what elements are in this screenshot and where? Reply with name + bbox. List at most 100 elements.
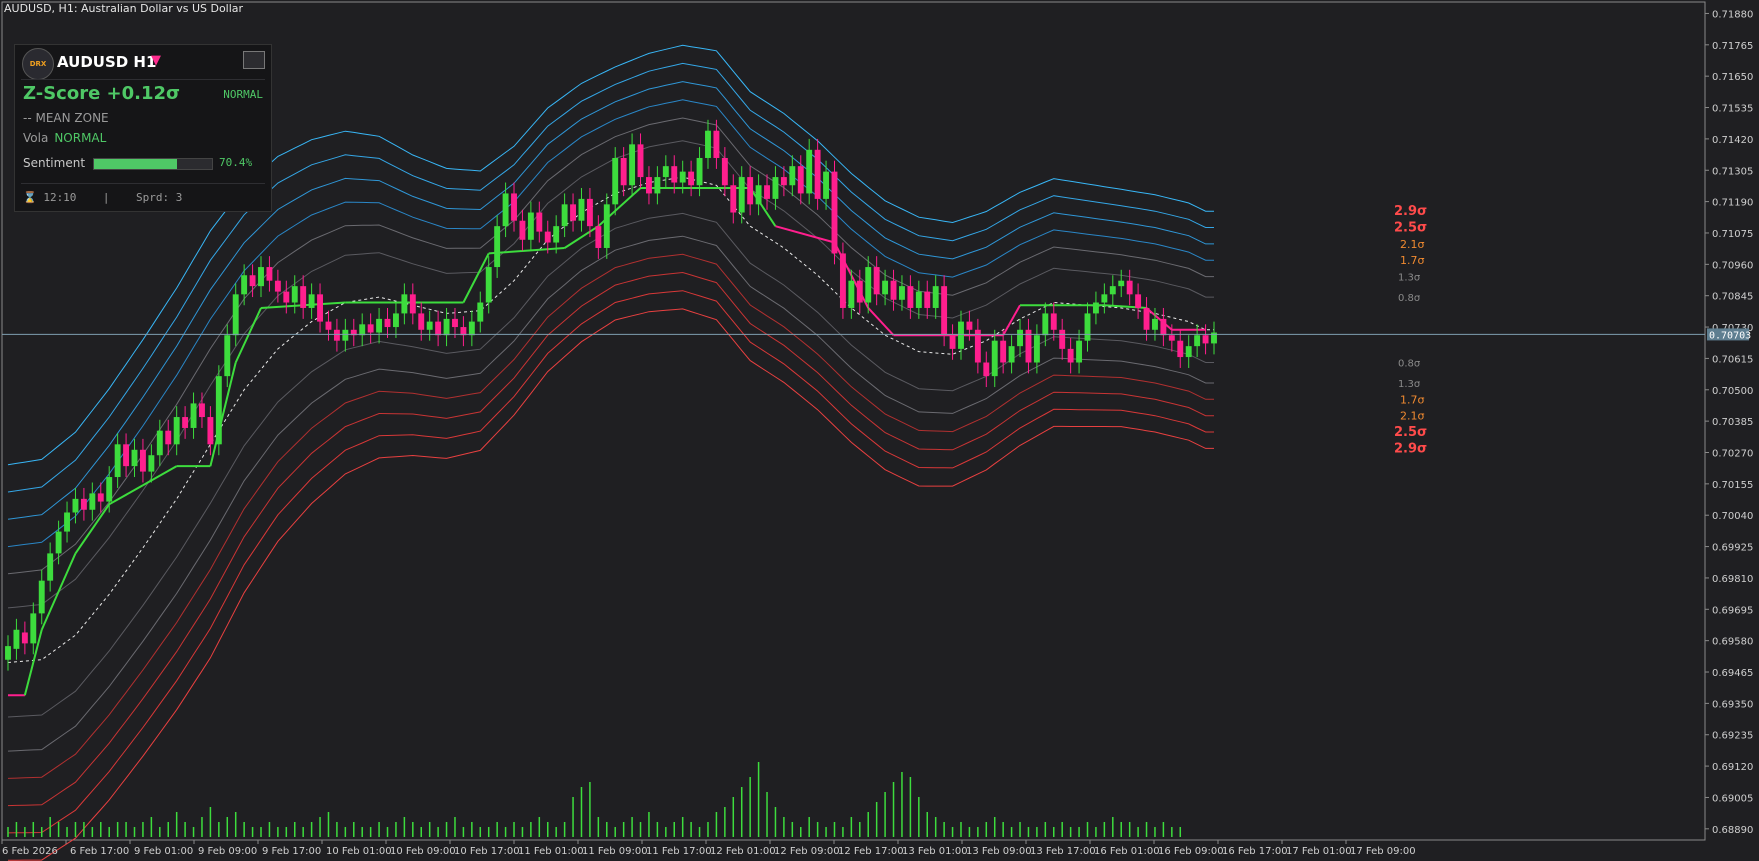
candle-body bbox=[755, 185, 762, 205]
y-tick-label: 0.71305 bbox=[1712, 166, 1753, 177]
panel-minimize-button[interactable] bbox=[243, 51, 265, 69]
candle-body bbox=[519, 220, 526, 240]
candle-body bbox=[494, 226, 501, 268]
candle-body bbox=[452, 318, 458, 328]
x-tick-label: 9 Feb 17:00 bbox=[262, 846, 321, 857]
y-tick-label: 0.71190 bbox=[1712, 198, 1753, 209]
candle-body bbox=[797, 166, 804, 194]
sigma-upper-label: 2.1σ bbox=[1400, 238, 1424, 251]
candle-body bbox=[941, 286, 948, 336]
trend-line-segment bbox=[142, 465, 178, 487]
y-tick-label: 0.70845 bbox=[1712, 292, 1753, 303]
candle-body bbox=[215, 376, 222, 445]
candle-body bbox=[654, 177, 661, 194]
candle-body bbox=[856, 280, 863, 303]
candle-body bbox=[30, 613, 37, 644]
trend-line-segment bbox=[1145, 307, 1173, 331]
candle-body bbox=[882, 280, 889, 295]
candle-body bbox=[156, 430, 163, 456]
x-tick-label: 12 Feb 09:00 bbox=[774, 846, 840, 857]
x-tick-label: 13 Feb 17:00 bbox=[1030, 846, 1096, 857]
x-tick-label: 12 Feb 01:00 bbox=[710, 846, 776, 857]
candle-body bbox=[72, 498, 79, 513]
candle-body bbox=[747, 177, 754, 205]
candle-body bbox=[317, 294, 323, 322]
y-tick-label: 0.71765 bbox=[1712, 41, 1753, 52]
candle-body bbox=[780, 177, 787, 186]
candle-body bbox=[738, 177, 745, 213]
symbol-label: AUDUSD H1 bbox=[57, 53, 157, 71]
zscore-value: Z-Score +0.12σ bbox=[23, 83, 181, 104]
candle-body bbox=[165, 430, 172, 445]
y-tick-label: 0.71880 bbox=[1712, 9, 1753, 20]
candle-body bbox=[1126, 280, 1133, 295]
candle-body bbox=[679, 171, 686, 183]
y-tick-label: 0.70155 bbox=[1712, 480, 1753, 491]
candle-body bbox=[502, 193, 509, 227]
candle-body bbox=[38, 580, 45, 614]
candle-body bbox=[907, 286, 914, 308]
candle-body bbox=[342, 329, 349, 341]
candle-body bbox=[266, 267, 273, 281]
candle-body bbox=[1092, 302, 1099, 314]
candle-body bbox=[1101, 294, 1108, 303]
candle-body bbox=[1084, 313, 1091, 341]
candle-body bbox=[1185, 346, 1192, 358]
candle-body bbox=[595, 226, 602, 248]
trend-line-segment bbox=[209, 362, 237, 467]
candle-body bbox=[612, 157, 619, 205]
sigma-lower-label: 2.1σ bbox=[1400, 410, 1424, 423]
candle-body bbox=[1168, 335, 1175, 341]
candle-body bbox=[831, 171, 838, 254]
candle-body bbox=[772, 177, 779, 199]
candle-body bbox=[839, 253, 846, 308]
candle-body bbox=[865, 267, 872, 303]
candle-body bbox=[418, 313, 425, 330]
candle-body bbox=[435, 321, 442, 336]
candle-body bbox=[1202, 335, 1209, 344]
candle-body bbox=[106, 477, 113, 502]
lower-band-line bbox=[7, 290, 1214, 834]
lower-band-line bbox=[7, 253, 1214, 779]
candle-body bbox=[333, 329, 340, 341]
candle-body bbox=[384, 318, 391, 328]
candle-body bbox=[586, 198, 593, 227]
candle-body bbox=[578, 198, 585, 221]
y-tick-label: 0.69120 bbox=[1712, 762, 1753, 773]
x-tick-label: 16 Feb 17:00 bbox=[1222, 846, 1288, 857]
x-tick-label: 6 Feb 17:00 bbox=[70, 846, 129, 857]
candle-body bbox=[55, 531, 62, 554]
sigma-lower-label: 2.9σ bbox=[1394, 441, 1427, 456]
candle-body bbox=[114, 444, 121, 478]
y-tick-label: 0.70615 bbox=[1712, 354, 1753, 365]
candle-body bbox=[182, 417, 189, 428]
x-tick-label: 17 Feb 01:00 bbox=[1286, 846, 1352, 857]
candle-body bbox=[47, 553, 54, 581]
current-price-label: 0.70703 bbox=[1709, 330, 1751, 341]
candle-body bbox=[300, 286, 307, 308]
candle-body bbox=[603, 204, 610, 248]
candle-body bbox=[1017, 329, 1023, 347]
candle-body bbox=[789, 166, 796, 186]
candle-body bbox=[325, 321, 332, 330]
x-tick-label: 11 Feb 09:00 bbox=[582, 846, 648, 857]
y-tick-label: 0.69580 bbox=[1712, 637, 1753, 648]
y-tick-label: 0.68890 bbox=[1712, 825, 1753, 836]
y-tick-label: 0.69350 bbox=[1712, 699, 1753, 710]
candle-body bbox=[814, 149, 821, 199]
candle-body bbox=[1000, 340, 1007, 363]
sigma-upper-label: 0.8σ bbox=[1398, 293, 1421, 304]
candle-body bbox=[5, 646, 11, 660]
candle-body bbox=[806, 149, 813, 194]
candle-body bbox=[511, 193, 517, 221]
candle-body bbox=[873, 267, 880, 295]
y-tick-label: 0.70385 bbox=[1712, 417, 1753, 428]
divider bbox=[21, 79, 265, 80]
sigma-upper-label: 1.3σ bbox=[1398, 273, 1421, 284]
zscore-panel[interactable]: DRX AUDUSD H1 ▼ Z-Score +0.12σ NORMAL --… bbox=[14, 44, 272, 212]
y-tick-label: 0.69005 bbox=[1712, 793, 1753, 804]
sigma-lower-label: 2.5σ bbox=[1394, 425, 1427, 440]
candle-body bbox=[468, 321, 475, 336]
y-tick-label: 0.70040 bbox=[1712, 511, 1753, 522]
y-tick-label: 0.69695 bbox=[1712, 605, 1753, 616]
